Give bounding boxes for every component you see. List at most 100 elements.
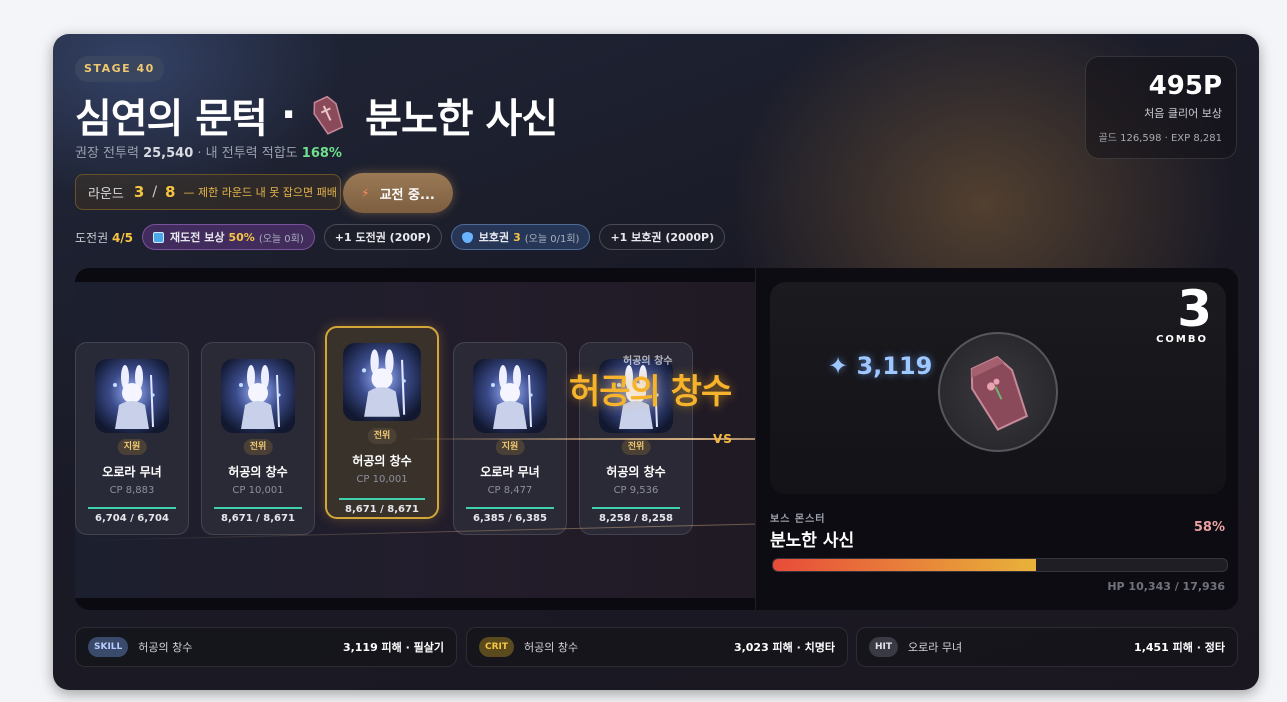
unit-portrait <box>473 359 547 433</box>
skill-name-popup: 허공의 창수 <box>569 372 732 412</box>
boss-name: 분노한 사신 <box>770 531 855 551</box>
boss-hp-fill <box>773 559 1037 571</box>
ticket-value: 4/5 <box>111 230 134 245</box>
boss-title: 분노한 사신 <box>365 96 558 142</box>
recommended-power-value: 25,540 <box>143 146 194 161</box>
unit-cp: CP 9,536 <box>613 485 659 496</box>
unit-hp-text: 8,258 / 8,258 <box>599 513 673 524</box>
log-actor: 허공의 창수 <box>138 641 193 654</box>
unit-portrait <box>343 343 421 421</box>
vs-label: VS <box>713 432 733 446</box>
unit-role-badge: 지원 <box>117 439 147 455</box>
retry-icon <box>153 231 165 243</box>
log-actor: 오로라 무녀 <box>908 641 963 654</box>
unit-hp-text: 6,385 / 6,385 <box>473 513 547 524</box>
unit-portrait <box>221 359 295 433</box>
unit-hp-text: 6,704 / 6,704 <box>95 513 169 524</box>
fit-label: · 내 전투력 적합도 <box>197 146 298 161</box>
retry-note: (오늘 0회) <box>258 233 304 245</box>
unit-name: 허공의 창수 <box>606 465 666 479</box>
reward-points: 495P <box>1148 71 1222 101</box>
combat-log-entry: SKILL 허공의 창수 3,119 피해 · 필살기 <box>75 627 457 667</box>
retry-value: 50% <box>228 230 255 244</box>
log-tag: CRIT <box>479 637 515 657</box>
combo-count: 3 <box>1177 280 1212 338</box>
unit-role-badge: 전위 <box>367 428 397 444</box>
area-name: 심연의 문턱 <box>75 96 268 142</box>
combat-log-entry: CRIT 허공의 창수 3,023 피해 · 치명타 <box>466 627 848 667</box>
shield-pill[interactable]: 보호권 3 (오늘 0/1회) <box>450 224 591 250</box>
unit-hp-bar <box>466 507 554 509</box>
unit-name: 오로라 무녀 <box>102 465 162 479</box>
unit-name: 허공의 창수 <box>352 454 412 468</box>
boss-hp-bar <box>772 558 1228 572</box>
round-total: 8 <box>165 183 176 201</box>
unit-hp-bar <box>339 498 425 500</box>
reward-detail: 골드 126,598 · EXP 8,281 <box>1098 133 1222 144</box>
shield-note: (오늘 0/1회) <box>524 233 580 245</box>
log-tag: HIT <box>869 637 899 657</box>
retry-reward-pill[interactable]: 재도전 보상 50% (오늘 0회) <box>142 224 315 250</box>
combat-log-entry: HIT 오로라 무녀 1,451 피해 · 정타 <box>856 627 1238 667</box>
bolt-icon: ⚡ <box>361 186 370 200</box>
unit-name: 오로라 무녀 <box>480 465 540 479</box>
log-result: 1,451 피해 · 정타 <box>1134 641 1225 654</box>
round-current: 3 <box>133 183 145 201</box>
unit-cp: CP 8,477 <box>487 485 533 496</box>
log-result: 3,119 피해 · 필살기 <box>342 641 444 654</box>
shield-label: 보호권 <box>478 231 510 244</box>
ticket-count: 도전권 4/5 <box>75 229 133 246</box>
ticket-label: 도전권 <box>75 230 109 245</box>
round-warning: — 제한 라운드 내 못 잡으면 패배 <box>183 186 337 199</box>
unit-role-badge: 전위 <box>243 439 273 455</box>
boss-hp-text: HP 10,343 / 17,936 <box>1107 580 1225 593</box>
shield-value: 3 <box>513 230 521 244</box>
unit-cp: CP 8,883 <box>109 485 155 496</box>
boss-type: 보스 몬스터 <box>770 514 826 525</box>
title-separator: · <box>280 92 296 138</box>
party-unit-card[interactable]: 지원오로라 무녀 CP 8,883 6,704 / 6,704 <box>75 342 189 535</box>
log-result: 3,023 피해 · 치명타 <box>733 641 835 654</box>
fit-value: 168% <box>301 146 342 161</box>
reward-label: 처음 클리어 보상 <box>1144 107 1222 120</box>
dungeon-card: STAGE 40 심연의 문턱 · 분노한 사신 권장 전투력 25,540 ·… <box>53 34 1259 690</box>
buy-shield-button[interactable]: +1 보호권 (2000P) <box>599 224 726 250</box>
unit-cp: CP 10,001 <box>356 474 408 485</box>
retry-label: 재도전 보상 <box>170 231 225 244</box>
unit-role-badge: 지원 <box>495 439 525 455</box>
boss-portrait <box>938 332 1058 452</box>
unit-hp-text: 8,671 / 8,671 <box>221 513 295 524</box>
fight-button-label: 교전 중... <box>379 187 435 203</box>
first-clear-reward: 495P 처음 클리어 보상 골드 126,598 · EXP 8,281 <box>1085 56 1237 159</box>
unit-cp: CP 10,001 <box>232 485 284 496</box>
round-label: 라운드 <box>88 186 124 202</box>
ticket-bar: 도전권 4/5 재도전 보상 50% (오늘 0회) +1 도전권 (200P)… <box>75 224 726 250</box>
recommended-power-label: 권장 전투력 <box>75 146 139 161</box>
round-indicator: 라운드 3 / 8 — 제한 라운드 내 못 잡으면 패배 <box>75 174 341 210</box>
party-unit-card[interactable]: 전위허공의 창수 CP 10,001 8,671 / 8,671 <box>201 342 315 535</box>
log-tag: SKILL <box>88 637 129 657</box>
unit-hp-bar <box>592 507 680 509</box>
round-separator: / <box>152 184 158 200</box>
power-summary: 권장 전투력 25,540 · 내 전투력 적합도 168% <box>75 142 342 161</box>
boss-hp-percent: 58% <box>1193 520 1225 535</box>
unit-hp-bar <box>88 507 176 509</box>
coffin-icon <box>309 95 347 135</box>
buy-ticket-button[interactable]: +1 도전권 (200P) <box>323 224 442 250</box>
stage-badge: STAGE 40 <box>75 56 164 82</box>
log-actor: 허공의 창수 <box>524 641 579 654</box>
combo-label: COMBO <box>1156 334 1208 345</box>
page-title: 심연의 문턱 · 분노한 사신 <box>75 86 558 144</box>
fight-button[interactable]: ⚡ 교전 중... <box>343 173 453 213</box>
unit-role-badge: 전위 <box>621 439 651 455</box>
battle-arena: 지원 오로라 무녀 CP 8,883 6,704 / 6,704 전위 허공의 창수 CP … <box>75 268 1238 610</box>
unit-name: 허공의 창수 <box>228 465 288 479</box>
coffin-icon <box>970 355 1029 431</box>
party-unit-card[interactable]: 전위허공의 창수 CP 10,001 8,671 / 8,671 <box>325 326 439 519</box>
unit-hp-text: 8,671 / 8,671 <box>345 504 419 515</box>
shield-icon <box>461 231 473 243</box>
unit-portrait <box>95 359 169 433</box>
boss-panel: ✦ 3,119 3 COMBO 보스 몬스터 분노한 사신 58% HP 10,… <box>755 268 1238 610</box>
unit-hp-bar <box>214 507 302 509</box>
boss-frame: ✦ 3,119 3 COMBO <box>770 280 1226 494</box>
